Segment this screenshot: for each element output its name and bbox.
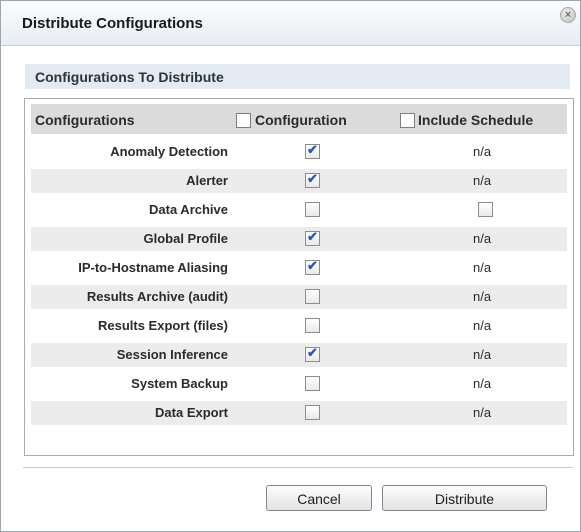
check-mark-icon: ✔: [307, 258, 318, 273]
row-label: Results Archive (audit): [86, 289, 228, 304]
row-label: Anomaly Detection: [110, 144, 228, 159]
row-label: Global Profile: [143, 231, 228, 246]
column-header-configuration: Configuration: [255, 112, 347, 128]
dialog-titlebar: Distribute Configurations ×: [1, 1, 580, 46]
schedule-na-text: n/a: [473, 289, 492, 304]
row-label: Alerter: [186, 173, 228, 188]
configuration-checkbox[interactable]: [305, 202, 320, 217]
schedule-na-text: n/a: [473, 376, 492, 391]
configuration-checkbox[interactable]: [305, 318, 320, 333]
select-all-configuration-checkbox[interactable]: [236, 113, 251, 128]
section-title: Configurations To Distribute: [35, 69, 224, 85]
configuration-checkbox[interactable]: ✔: [305, 258, 320, 275]
table-row: Anomaly Detection ✔ n/a: [31, 140, 567, 164]
check-mark-icon: ✔: [307, 171, 318, 186]
check-mark-icon: ✔: [307, 229, 318, 244]
distribute-button[interactable]: Distribute: [382, 485, 547, 511]
row-label: Results Export (files): [97, 318, 228, 333]
column-header-include-schedule: Include Schedule: [418, 112, 534, 128]
check-mark-icon: ✔: [307, 142, 318, 157]
configuration-checkbox[interactable]: ✔: [305, 171, 320, 188]
dialog-title: Distribute Configurations: [22, 15, 203, 32]
configuration-checkbox[interactable]: [305, 376, 320, 391]
table-row: Session Inference ✔ n/a: [31, 343, 567, 367]
table-row: Data Export n/a: [31, 401, 567, 425]
table-row: Alerter ✔ n/a: [31, 169, 567, 193]
table-row: Results Archive (audit) n/a: [31, 285, 567, 309]
check-mark-icon: ✔: [307, 345, 318, 360]
schedule-na-text: n/a: [473, 173, 492, 188]
select-all-include-schedule-checkbox[interactable]: [400, 113, 415, 128]
schedule-na-text: n/a: [473, 347, 492, 362]
configurations-table: Configurations Configuration Include Sch…: [24, 98, 574, 456]
close-icon[interactable]: ×: [560, 7, 576, 23]
table-header: Configurations Configuration Include Sch…: [31, 104, 567, 134]
schedule-na-text: n/a: [473, 231, 492, 246]
column-header-configurations: Configurations: [35, 112, 135, 128]
table-row: IP-to-Hostname Aliasing ✔ n/a: [31, 256, 567, 280]
row-label: System Backup: [131, 376, 228, 391]
configuration-checkbox[interactable]: ✔: [305, 229, 320, 246]
configuration-checkbox[interactable]: ✔: [305, 345, 320, 362]
table-row: Global Profile ✔ n/a: [31, 227, 567, 251]
schedule-na-text: n/a: [473, 318, 492, 333]
include-schedule-checkbox[interactable]: [478, 202, 493, 217]
row-label: Data Archive: [149, 202, 228, 217]
row-label: Data Export: [155, 405, 228, 420]
table-row: Data Archive: [31, 198, 567, 222]
schedule-na-text: n/a: [473, 405, 492, 420]
section-header: Configurations To Distribute: [25, 64, 570, 89]
configuration-checkbox[interactable]: [305, 405, 320, 420]
schedule-na-text: n/a: [473, 144, 492, 159]
configuration-checkbox[interactable]: [305, 289, 320, 304]
schedule-na-text: n/a: [473, 260, 492, 275]
table-row: System Backup n/a: [31, 372, 567, 396]
cancel-button[interactable]: Cancel: [266, 485, 372, 511]
row-label: Session Inference: [116, 347, 228, 362]
row-label: IP-to-Hostname Aliasing: [78, 260, 228, 275]
distribute-configurations-dialog: Distribute Configurations × Configuratio…: [0, 0, 581, 532]
configuration-checkbox[interactable]: ✔: [305, 142, 320, 159]
footer-divider: [23, 467, 573, 468]
table-row: Results Export (files) n/a: [31, 314, 567, 338]
